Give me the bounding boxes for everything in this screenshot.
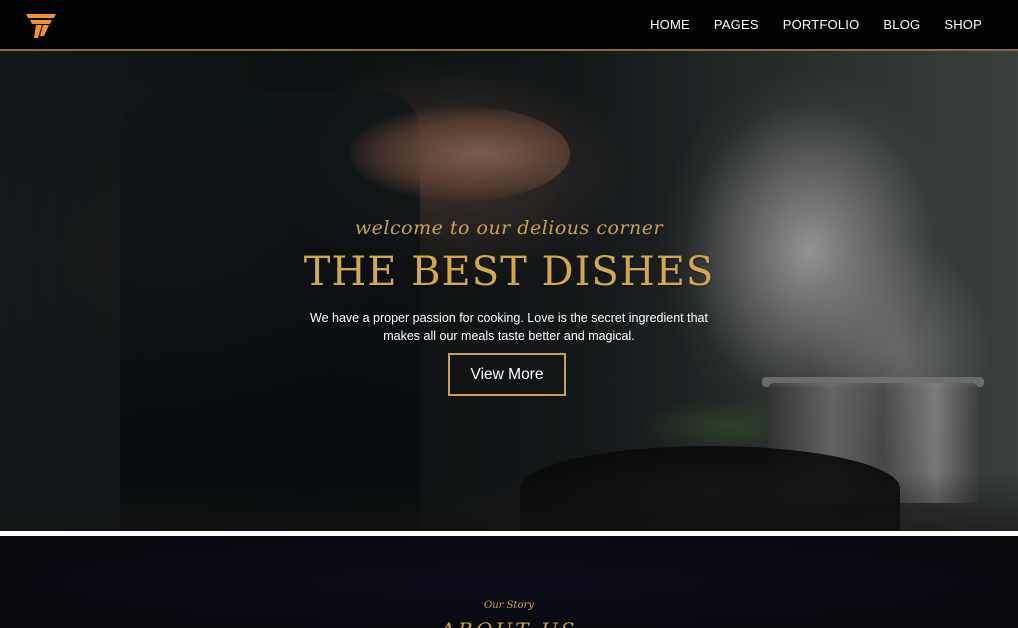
hero-tagline: welcome to our delious corner bbox=[354, 217, 664, 239]
nav-item-home[interactable]: HOME bbox=[650, 17, 690, 32]
about-section: Our Story ABOUT US bbox=[0, 536, 1018, 628]
page: HOME PAGES PORTFOLIO BLOG SHOP welcome t… bbox=[0, 0, 1018, 628]
about-heading: ABOUT US bbox=[0, 618, 1018, 628]
hero-title: THE BEST DISHES bbox=[303, 249, 715, 295]
hero-section: welcome to our delious corner THE BEST D… bbox=[0, 51, 1018, 531]
hero-description: We have a proper passion for cooking. Lo… bbox=[310, 311, 708, 343]
nav-item-pages[interactable]: PAGES bbox=[714, 17, 759, 32]
brand-logo-icon[interactable] bbox=[24, 12, 58, 40]
view-more-button[interactable]: View More bbox=[448, 353, 566, 396]
nav-item-portfolio[interactable]: PORTFOLIO bbox=[783, 17, 860, 32]
nav-item-shop[interactable]: SHOP bbox=[944, 17, 982, 32]
about-eyebrow: Our Story bbox=[484, 600, 534, 611]
nav-item-blog[interactable]: BLOG bbox=[883, 17, 920, 32]
navbar: HOME PAGES PORTFOLIO BLOG SHOP bbox=[0, 0, 1018, 51]
main-nav-menu: HOME PAGES PORTFOLIO BLOG SHOP bbox=[626, 0, 982, 49]
